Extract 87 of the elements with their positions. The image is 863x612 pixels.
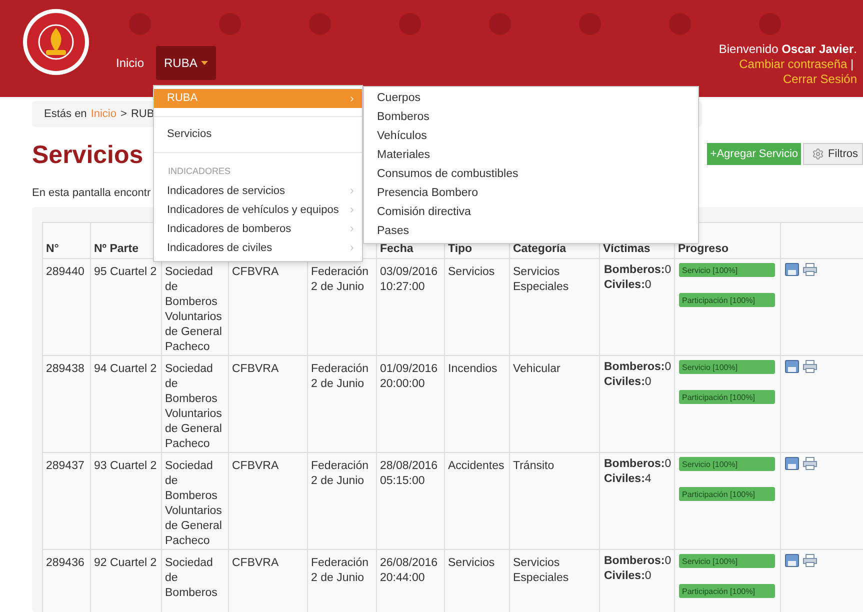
- submenu-item[interactable]: Cuerpos: [364, 89, 698, 108]
- nav-link[interactable]: RUBA: [156, 46, 216, 80]
- submenu-item[interactable]: Consumos de combustibles: [364, 165, 698, 184]
- menu-item[interactable]: Indicadores de bomberos: [154, 220, 362, 238]
- table-cell: 26/08/2016 20:44:00: [380, 557, 438, 584]
- column-header: Fecha: [380, 243, 414, 255]
- printer-icon[interactable]: [803, 263, 817, 276]
- table-cell: CFBVRA: [232, 557, 279, 569]
- table-cell: Servicios Especiales: [513, 557, 569, 584]
- breadcrumb-current: RUB: [130, 106, 154, 122]
- table-cell: Sociedad de Bomberos Voluntarios de General Pacheco: [165, 460, 222, 547]
- table-cell: CFBVRA: [232, 460, 279, 472]
- logout-link[interactable]: Cerrar Sesión: [697, 72, 857, 87]
- separator-text: |: [850, 57, 855, 72]
- column-header: N°: [46, 243, 59, 255]
- table-cell: Tránsito: [513, 460, 554, 472]
- menu-item[interactable]: Indicadores de vehículos y equipos: [154, 200, 362, 220]
- submenu-item[interactable]: Comisión directiva: [364, 203, 698, 222]
- breadcrumb-prefix: Estás en: [44, 106, 87, 122]
- table-cell: Servicios: [448, 557, 495, 569]
- progress-label: Participación [100%]: [681, 393, 756, 402]
- table-cell: 289436: [46, 557, 84, 569]
- table-cell: 28/08/2016 05:15:00: [380, 460, 438, 487]
- column-header: Progreso: [678, 243, 728, 255]
- settings-icon: [812, 148, 824, 160]
- progress-label: Servicio [100%]: [681, 363, 739, 372]
- table-cell: Sociedad de Bomberos: [165, 557, 218, 599]
- progress-label: Servicio [100%]: [681, 557, 739, 566]
- menu-item[interactable]: Servicios: [154, 125, 362, 144]
- table-cell: Servicios: [448, 266, 495, 278]
- menu-section-header: INDICADORES: [167, 165, 232, 178]
- table-cell: Federación 2 de Junio: [311, 460, 369, 487]
- column-header: Categoría: [513, 243, 566, 255]
- table-cell: 92 Cuartel 2: [94, 557, 157, 569]
- description-text: En esta pantalla encontr: [32, 186, 151, 201]
- victims-count: Civiles:0: [604, 278, 652, 293]
- progress-label: Servicio [100%]: [681, 460, 739, 469]
- table-cell: Incendios: [448, 363, 498, 375]
- victims-count: Civiles:4: [604, 472, 652, 487]
- table-cell: Federación 2 de Junio: [311, 363, 369, 390]
- table-cell: 95 Cuartel 2: [94, 266, 157, 278]
- table-cell: Federación 2 de Junio: [311, 266, 369, 293]
- table-cell: Sociedad de Bomberos Voluntarios de General Pacheco: [165, 266, 222, 353]
- table-cell: Accidentes: [448, 460, 504, 472]
- table-cell: 289438: [46, 363, 84, 375]
- progress-label: Servicio [100%]: [681, 266, 739, 275]
- table-cell: CFBVRA: [232, 266, 279, 278]
- victims-count: Civiles:0: [604, 375, 652, 390]
- table-cell: Servicios Especiales: [513, 266, 569, 293]
- progress-label: Participación [100%]: [681, 587, 756, 596]
- change-password-link[interactable]: Cambiar contraseña: [739, 57, 848, 72]
- nav-link[interactable]: Inicio: [108, 46, 152, 80]
- printer-icon[interactable]: [803, 360, 817, 373]
- table-cell: 93 Cuartel 2: [94, 460, 157, 472]
- submenu-item[interactable]: Materiales: [364, 146, 698, 165]
- table-cell: Vehicular: [513, 363, 560, 375]
- page-title: Servicios: [32, 140, 144, 170]
- column-header: Tipo: [448, 243, 472, 255]
- progress-label: Participación [100%]: [681, 490, 756, 499]
- column-header: Nº Parte: [94, 243, 138, 255]
- victims-count: Bomberos:0: [604, 263, 670, 278]
- table-cell: 94 Cuartel 2: [94, 363, 157, 375]
- printer-icon[interactable]: [803, 554, 817, 567]
- welcome-text: Bienvenido Oscar Javier.: [718, 42, 857, 57]
- table-cell: 289437: [46, 460, 84, 472]
- column-header: Víctimas: [603, 243, 650, 255]
- printer-icon[interactable]: [803, 457, 817, 470]
- submenu-item[interactable]: Presencia Bombero: [364, 184, 698, 203]
- victims-count: Bomberos:0: [604, 554, 670, 569]
- submenu-item[interactable]: Vehículos: [364, 127, 698, 146]
- table-cell: 03/09/2016 10:27:00: [380, 266, 438, 293]
- victims-count: Bomberos:0: [604, 457, 670, 472]
- table-cell: Federación 2 de Junio: [311, 557, 369, 584]
- submenu-item[interactable]: Bomberos: [364, 108, 698, 127]
- breadcrumb-separator: >: [120, 106, 127, 122]
- submenu-item[interactable]: Pases: [364, 222, 698, 241]
- filters-button[interactable]: Filtros: [803, 143, 863, 165]
- progress-label: Participación [100%]: [681, 296, 756, 305]
- table-cell: Sociedad de Bomberos Voluntarios de General Pacheco: [165, 363, 222, 450]
- table-cell: 01/09/2016 20:00:00: [380, 363, 438, 390]
- victims-count: Bomberos:0: [604, 360, 670, 375]
- menu-item[interactable]: Indicadores de civiles: [154, 238, 362, 258]
- table-cell: 289440: [46, 266, 84, 278]
- table-cell: CFBVRA: [232, 363, 279, 375]
- menu-item[interactable]: Indicadores de servicios: [154, 182, 362, 200]
- logo-drawing: [22, 8, 90, 76]
- victims-count: Civiles:0: [604, 569, 652, 584]
